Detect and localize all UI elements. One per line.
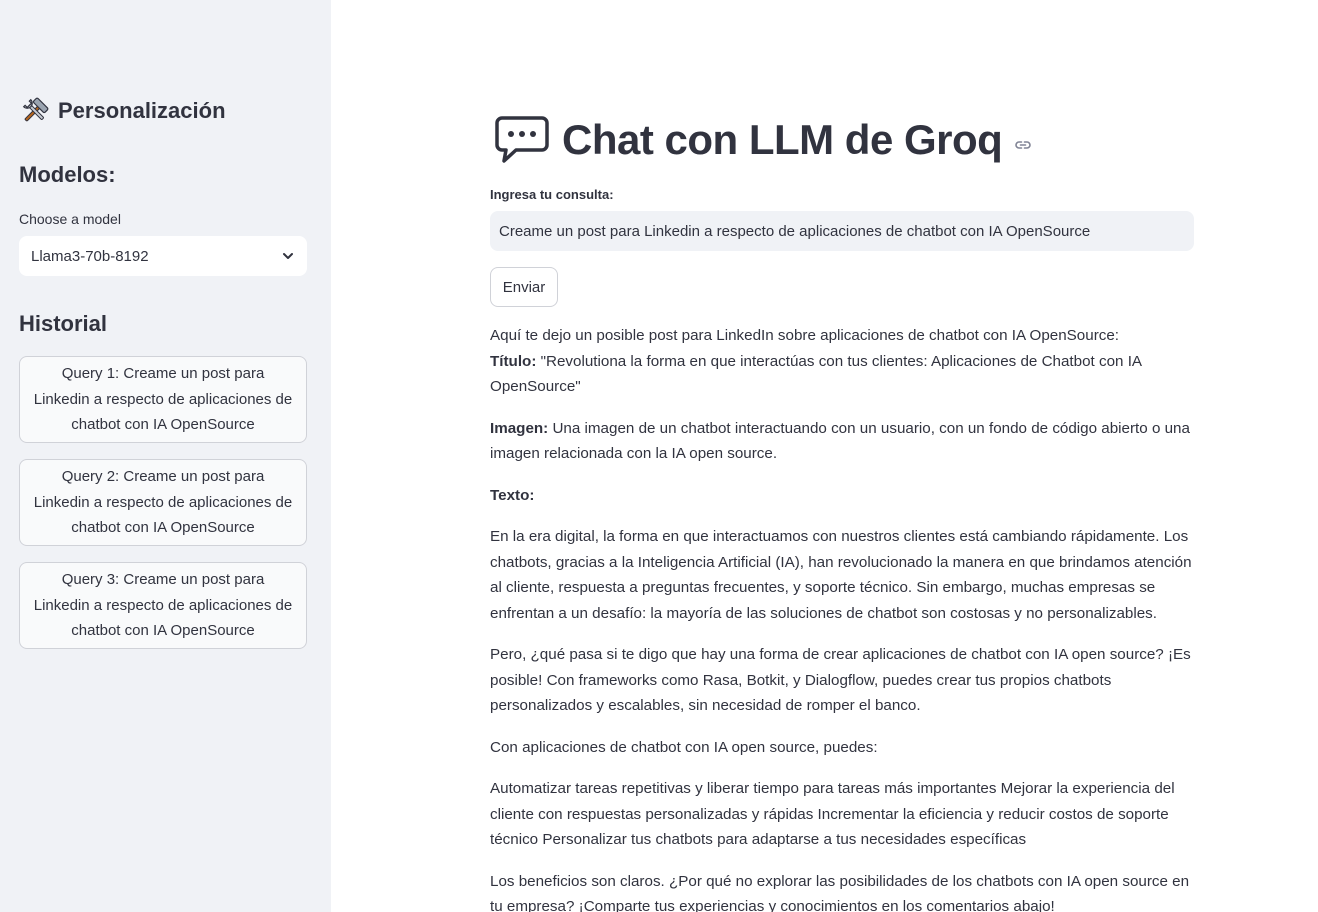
send-button[interactable]: Enviar <box>490 267 558 307</box>
query-input-label: Ingresa tu consulta: <box>490 187 614 202</box>
response-image: Imagen: Una imagen de un chatbot interac… <box>490 416 1194 467</box>
response-title-text: "Revolutiona la forma en que interactúas… <box>490 352 1142 396</box>
query-input[interactable] <box>490 211 1194 251</box>
response-paragraph-3: Con aplicaciones de chatbot con IA open … <box>490 738 878 756</box>
models-heading: Modelos: <box>19 162 116 187</box>
sidebar-title-text: Personalización <box>58 98 226 123</box>
history-heading: Historial <box>19 311 108 336</box>
response-paragraph-1: En la era digital, la forma en que inter… <box>490 528 1192 622</box>
response-title: Título: "Revolutiona la forma en que int… <box>490 349 1194 400</box>
speech-bubble-icon <box>495 116 549 163</box>
main-content: Chat con LLM de Groq Ingresa tu consulta… <box>331 0 1318 912</box>
response-output: Aquí te dejo un posible post para Linked… <box>490 323 1194 912</box>
response-image-text: Una imagen de un chatbot interactuando c… <box>490 419 1190 463</box>
app: Personalización Modelos: Choose a model … <box>0 0 1318 912</box>
model-select[interactable]: Llama3-70b-8192 <box>19 236 307 276</box>
model-select-value: Llama3-70b-8192 <box>31 247 149 265</box>
page-title: Chat con LLM de Groq <box>562 116 1003 163</box>
response-title-label: Título: <box>490 352 537 370</box>
sidebar-title: Personalización <box>20 96 226 126</box>
response-image-label: Imagen: <box>490 419 549 437</box>
model-select-label: Choose a model <box>19 211 121 227</box>
page-header: Chat con LLM de Groq <box>494 114 1032 166</box>
response-text-label-bold: Texto: <box>490 486 535 504</box>
chevron-down-icon <box>283 253 293 259</box>
link-icon[interactable] <box>1014 136 1032 154</box>
response-paragraph-5: Los beneficios son claros. ¿Por qué no e… <box>490 872 1190 912</box>
response-paragraph-4: Automatizar tareas repetitivas y liberar… <box>490 780 1175 848</box>
history-button-1[interactable]: Query 1: Creame un post para Linkedin a … <box>19 356 307 443</box>
history-button-3[interactable]: Query 3: Creame un post para Linkedin a … <box>19 562 307 649</box>
tools-icon <box>22 97 49 122</box>
response-intro: Aquí te dejo un posible post para Linked… <box>490 327 1120 344</box>
response-paragraph-2: Pero, ¿qué pasa si te digo que hay una f… <box>490 646 1191 714</box>
history-button-2[interactable]: Query 2: Creame un post para Linkedin a … <box>19 459 307 546</box>
response-text-label: Texto: <box>490 483 1194 509</box>
sidebar: Personalización Modelos: Choose a model … <box>0 0 331 912</box>
